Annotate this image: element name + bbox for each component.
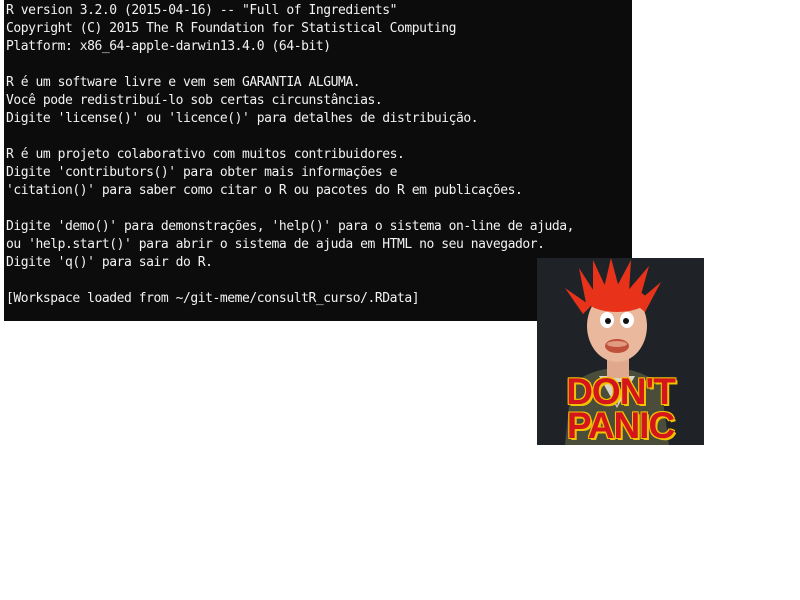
console-line: Você pode redistribuí-lo sob certas circ… [6, 93, 383, 108]
console-line: Copyright (C) 2015 The R Foundation for … [6, 21, 456, 36]
console-line: Digite 'q()' para sair do R. [6, 255, 213, 270]
console-line: ou 'help.start()' para abrir o sistema d… [6, 237, 545, 252]
console-line: R é um projeto colaborativo com muitos c… [6, 147, 405, 162]
meme-caption-line-2: PANIC [566, 405, 675, 445]
console-line: Digite 'contributors()' para obter mais … [6, 165, 397, 180]
console-line: R version 3.2.0 (2015-04-16) -- "Full of… [6, 3, 397, 18]
console-line: Platform: x86_64-apple-darwin13.4.0 (64-… [6, 39, 331, 54]
console-line: Digite 'license()' ou 'licence()' para d… [6, 111, 479, 126]
console-line: R é um software livre e vem sem GARANTIA… [6, 75, 361, 90]
dont-panic-meme-image: DON'T PANIC [537, 258, 704, 445]
console-line: Digite 'demo()' para demonstrações, 'hel… [6, 219, 575, 234]
console-workspace-line: [Workspace loaded from ~/git-meme/consul… [6, 291, 420, 306]
console-line: 'citation()' para saber como citar o R o… [6, 183, 523, 198]
